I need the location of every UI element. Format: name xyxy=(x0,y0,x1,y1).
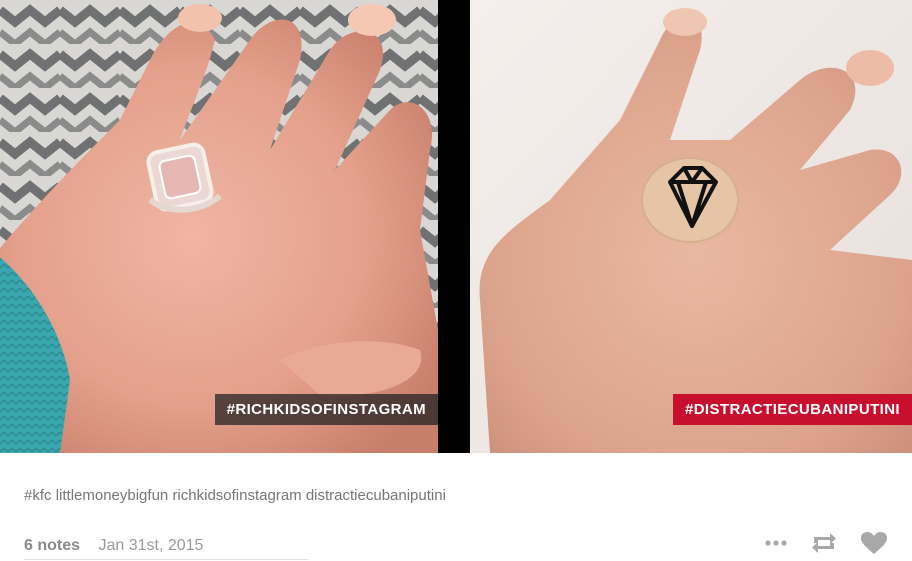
tag-link[interactable]: distractiecubaniputini xyxy=(306,487,446,504)
post-date[interactable]: Jan 31st, 2015 xyxy=(98,537,203,554)
post-controls xyxy=(764,531,888,555)
reblog-icon xyxy=(812,533,836,553)
photo-right-image xyxy=(470,0,912,453)
like-button[interactable] xyxy=(860,531,888,555)
more-button[interactable] xyxy=(764,539,788,547)
photo-right[interactable]: #DISTRACTIECUBANIPUTINI xyxy=(470,0,912,453)
hashtag-caption-left: #RICHKIDSOFINSTAGRAM xyxy=(214,394,438,425)
photoset: #RICHKIDSOFINSTAGRAM #DISTRACTIECUBANIPU… xyxy=(0,0,912,453)
tag-link[interactable]: richkidsofinstagram xyxy=(172,487,301,504)
tag-link[interactable]: littlemoneybigfun xyxy=(56,487,169,504)
post-tags: #kfc littlemoneybigfun richkidsofinstagr… xyxy=(24,487,446,504)
more-icon xyxy=(765,540,787,546)
photo-divider xyxy=(438,0,470,453)
hashtag-caption-right: #DISTRACTIECUBANIPUTINI xyxy=(672,394,912,425)
photo-left[interactable]: #RICHKIDSOFINSTAGRAM xyxy=(0,0,438,453)
photo-left-image xyxy=(0,0,438,453)
like-icon xyxy=(861,532,887,554)
tag-link[interactable]: #kfc xyxy=(24,487,52,504)
meta-divider xyxy=(24,559,308,560)
notes-count[interactable]: 6 notes xyxy=(24,537,80,554)
reblog-button[interactable] xyxy=(810,531,838,555)
post-meta: 6 notes Jan 31st, 2015 xyxy=(24,537,203,555)
